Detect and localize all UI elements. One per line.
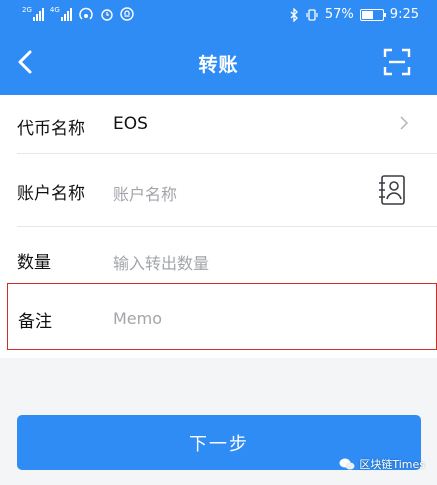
- vibrate-icon: [306, 8, 318, 21]
- memo-input[interactable]: Memo: [113, 309, 162, 328]
- scan-icon[interactable]: [383, 48, 411, 76]
- status-time: 9:25: [389, 7, 419, 22]
- watermark: 区块链Times: [339, 456, 425, 472]
- amount-label: 数量: [17, 253, 51, 273]
- status-left: 2G 4G: [22, 7, 134, 21]
- contact-book-icon[interactable]: [377, 174, 407, 206]
- transfer-form: 代币名称 EOS 账户名称 账户名称 数量 输入转出数量 备注 Memo: [0, 95, 437, 358]
- amount-input[interactable]: 输入转出数量: [113, 250, 209, 274]
- signal-4g-icon: 4G: [50, 7, 72, 21]
- battery-percent: 57%: [324, 7, 354, 22]
- token-value: EOS: [113, 114, 148, 134]
- amount-row: 数量 输入转出数量: [0, 227, 437, 283]
- chevron-right-icon: [400, 116, 409, 130]
- hotspot-icon: [79, 7, 93, 20]
- token-label: 代币名称: [17, 119, 85, 139]
- status-bar: 2G 4G 57% 9:25: [0, 0, 437, 32]
- watermark-text: 区块链Times: [359, 458, 425, 471]
- status-right: 57% 9:25: [289, 7, 419, 22]
- alarm-icon: [101, 9, 113, 21]
- notification-icon: [120, 7, 134, 21]
- memo-label: 备注: [18, 312, 52, 332]
- signal-2g-icon: 2G: [22, 7, 44, 21]
- account-input[interactable]: 账户名称: [113, 181, 177, 205]
- battery-icon: [359, 8, 386, 21]
- account-row: 账户名称 账户名称: [0, 154, 437, 226]
- app-header: 2G 4G 57% 9:25 转账: [0, 0, 437, 95]
- token-row[interactable]: 代币名称 EOS: [0, 95, 437, 153]
- page-title: 转账: [198, 54, 239, 76]
- bluetooth-icon: [290, 7, 298, 22]
- wechat-icon: [339, 458, 355, 470]
- memo-row: 备注 Memo: [7, 283, 437, 350]
- account-label: 账户名称: [17, 184, 85, 204]
